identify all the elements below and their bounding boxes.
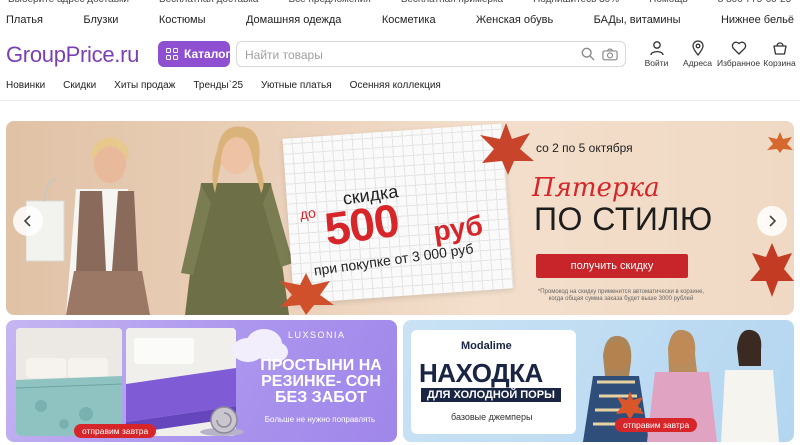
addresses-action[interactable]: Адреса — [677, 40, 718, 72]
shipping-badge: отправим завтра — [74, 424, 157, 438]
bedding-promo-banner[interactable]: LUXSONIA ПРОСТЫНИ НА РЕЗИНКЕ- СОН БЕЗ ЗА… — [6, 320, 397, 442]
utility-item[interactable]: Все предложения — [288, 0, 370, 8]
hero-banner[interactable]: скидка до 500 руб при покупке от 3 000 р… — [6, 121, 794, 315]
category-nav: Платья Блузки Костюмы Домашняя одежда Ко… — [0, 14, 800, 32]
category-link[interactable]: Костюмы — [159, 14, 206, 32]
utility-item[interactable]: Выберите адрес доставки — [8, 0, 129, 8]
autumn-leaf-decoration — [750, 243, 794, 297]
carousel-next-button[interactable] — [757, 206, 787, 236]
sub-nav-link[interactable]: Уютные платья — [261, 80, 332, 94]
utility-bar: Выберите адрес доставки Бесплатная доста… — [0, 0, 800, 8]
sub-nav-link[interactable]: Хиты продаж — [114, 80, 175, 94]
site-header: GroupPrice.ru Каталог Войти Адреса Избра… — [0, 38, 800, 72]
category-link[interactable]: Блузки — [83, 14, 118, 32]
category-link[interactable]: Косметика — [382, 14, 436, 32]
user-icon — [649, 41, 664, 56]
sub-nav: Новинки Скидки Хиты продаж Тренды`25 Уют… — [6, 80, 441, 94]
discount-amount: 500 — [321, 193, 402, 256]
brand-name: Modalime — [461, 340, 512, 352]
utility-item[interactable]: Бесплатная примерка — [401, 0, 503, 8]
model-photo-vest — [26, 137, 150, 315]
utility-item[interactable]: Бесплатная доставка — [159, 0, 258, 8]
camera-icon[interactable] — [602, 48, 618, 61]
category-link[interactable]: Домашняя одежда — [246, 14, 341, 32]
page: Выберите адрес доставки Бесплатная доста… — [0, 0, 800, 445]
promo-dates: со 2 по 5 октября — [536, 141, 633, 155]
category-link[interactable]: БАДы, витамины — [594, 14, 681, 32]
utility-item[interactable]: 8 800 775-60-25 — [718, 0, 791, 8]
autumn-leaf-decoration — [616, 391, 644, 420]
search-box — [236, 41, 626, 67]
get-discount-button[interactable]: получить скидку — [536, 254, 688, 278]
brand-name: LUXSONIA — [288, 330, 346, 340]
autumn-leaf-decoration — [280, 273, 334, 315]
discount-prefix: до — [298, 204, 317, 223]
basket-icon — [772, 42, 787, 55]
favorites-label: Избранное — [716, 58, 761, 68]
utility-item[interactable]: Помощь — [649, 0, 688, 8]
utility-item[interactable]: Подпишитесь 30% — [533, 0, 619, 8]
shipping-badge: отправим завтра — [615, 418, 698, 432]
sub-nav-link[interactable]: Новинки — [6, 80, 45, 94]
banner-title-strip: ДЛЯ ХОЛОДНОЙ ПОРЫ — [421, 388, 561, 402]
header-divider — [0, 100, 800, 101]
sweater-promo-banner[interactable]: Modalime НАХОДКА ДЛЯ ХОЛОДНОЙ ПОРЫ базов… — [403, 320, 794, 442]
cart-action[interactable]: Корзина — [759, 40, 800, 72]
favorites-action[interactable]: Избранное — [716, 40, 761, 72]
chevron-right-icon — [769, 215, 777, 227]
carousel-prev-button[interactable] — [13, 206, 43, 236]
category-link[interactable]: Нижнее бельё — [721, 14, 794, 32]
promo-footnote: *Промокод на скидку применится автоматич… — [537, 289, 705, 302]
banner-title: НАХОДКА — [419, 358, 543, 388]
bed-illustration — [16, 328, 122, 436]
category-link[interactable]: Платья — [6, 14, 43, 32]
addresses-label: Адреса — [682, 58, 713, 68]
category-link[interactable]: Женская обувь — [476, 14, 553, 32]
promo-title-script: Пятерка — [532, 173, 660, 203]
autumn-leaf-decoration — [480, 123, 534, 175]
bedding-photo — [16, 328, 122, 436]
catalog-button[interactable]: Каталог — [158, 41, 231, 67]
heart-icon — [731, 41, 746, 55]
search-input[interactable] — [245, 46, 565, 63]
search-icon[interactable] — [581, 47, 595, 61]
banner-subtitle: Больше не нужно поправлять — [264, 415, 376, 424]
site-logo[interactable]: GroupPrice.ru — [6, 42, 139, 68]
catalog-grid-icon — [166, 48, 178, 60]
promo-title: ПО СТИЛЮ — [534, 201, 713, 237]
banner-title: ПРОСТЫНИ НА РЕЗИНКЕ- СОН БЕЗ ЗАБОТ — [260, 357, 382, 406]
sub-nav-link[interactable]: Осенняя коллекция — [350, 80, 441, 94]
sub-nav-link[interactable]: Скидки — [63, 80, 96, 94]
sub-nav-link[interactable]: Тренды`25 — [193, 80, 243, 94]
chevron-left-icon — [23, 215, 31, 227]
map-pin-icon — [691, 40, 704, 56]
login-action[interactable]: Войти — [636, 40, 677, 72]
snail-figurine — [200, 406, 244, 436]
cart-label: Корзина — [763, 58, 796, 68]
autumn-leaf-decoration — [767, 132, 793, 153]
catalog-button-label: Каталог — [184, 47, 231, 61]
banner-subtitle: базовые джемперы — [451, 412, 533, 422]
login-label: Войти — [644, 58, 669, 68]
header-actions: Войти Адреса Избранное Корзина — [636, 40, 800, 72]
